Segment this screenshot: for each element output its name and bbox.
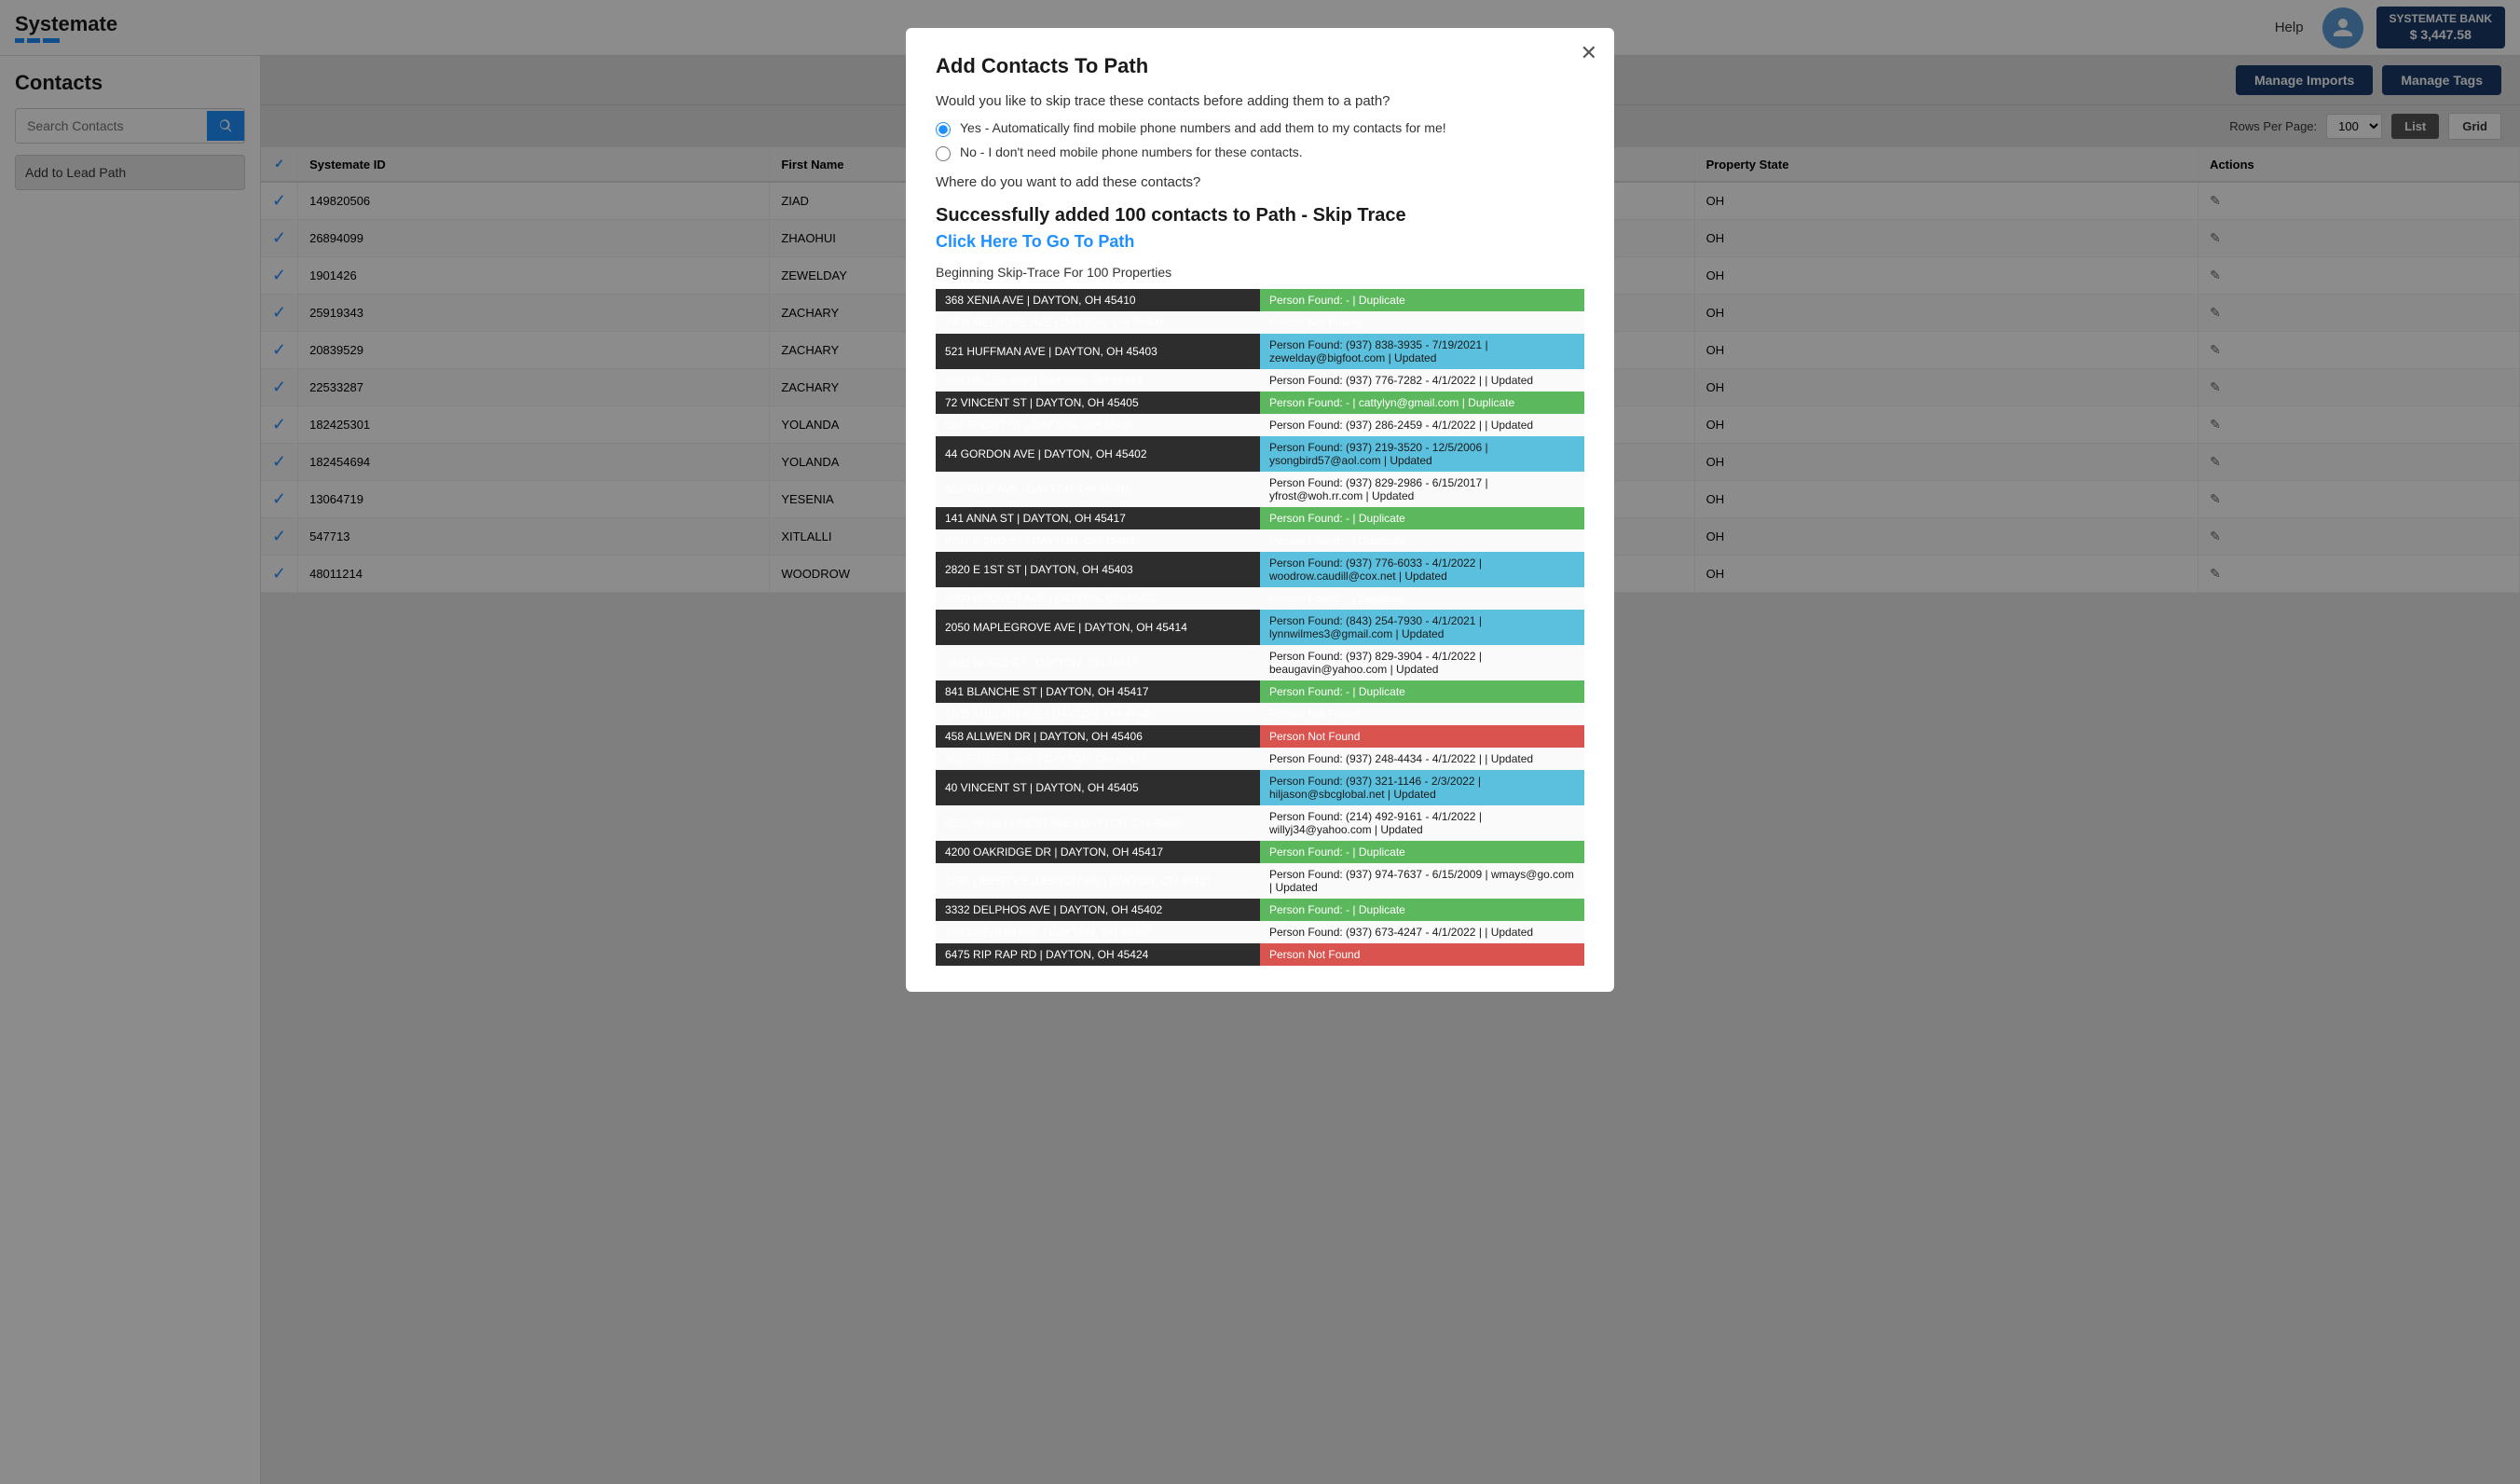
skip-trace-result: Person Found: - | Duplicate	[1260, 680, 1584, 703]
skip-trace-result: Person Found: (937) 776-7282 - 4/1/2022 …	[1260, 369, 1584, 392]
skip-trace-row: 72 VINCENT ST | DAYTON, OH 45405 Person …	[936, 392, 1584, 414]
skip-trace-result: Person Found: (937) 776-6033 - 4/1/2022 …	[1260, 552, 1584, 587]
skip-trace-row: 4000 HOOVER AVE | DAYTON, OH 45402 Perso…	[936, 587, 1584, 610]
skip-trace-address: 2820 E 1ST ST | DAYTON, OH 45403	[936, 552, 1260, 587]
skip-trace-row: 141 ANNA ST | DAYTON, OH 45417 Person Fo…	[936, 507, 1584, 529]
radio-no-item: No - I don't need mobile phone numbers f…	[936, 144, 1584, 161]
skip-trace-row: 1720 LIBERTY ELLERTON RD | DAYTON, OH 45…	[936, 863, 1584, 899]
skip-trace-row: 108 MILLER AVE | DAYTON, OH 45417 Person…	[936, 369, 1584, 392]
skip-trace-row: 2820 E 1ST ST | DAYTON, OH 45403 Person …	[936, 552, 1584, 587]
skip-trace-row: 3822 W 3RD ST | DAYTON, OH 45417 Person …	[936, 645, 1584, 680]
skip-trace-row: 40 VINCENT ST | DAYTON, OH 45405 Person …	[936, 770, 1584, 805]
skip-trace-row: 4200 OAKRIDGE DR | DAYTON, OH 45417 Pers…	[936, 841, 1584, 863]
skip-trace-address: 298 OBERLIN AVE | DAYTON, OH 45417	[936, 921, 1260, 943]
skip-trace-result: Person Not Found	[1260, 703, 1584, 725]
skip-trace-row: 521 HUFFMAN AVE | DAYTON, OH 45403 Perso…	[936, 334, 1584, 369]
goto-path-link[interactable]: Click Here To Go To Path	[936, 232, 1584, 252]
skip-trace-address: 6475 RIP RAP RD | DAYTON, OH 45424	[936, 943, 1260, 966]
skip-trace-result: Person Found: (937) 829-3904 - 4/1/2022 …	[1260, 645, 1584, 680]
success-message: Successfully added 100 contacts to Path …	[936, 205, 1584, 227]
skip-trace-address: 108 MILLER AVE | DAYTON, OH 45417	[936, 369, 1260, 392]
skip-trace-address: 901 FRIZELL AVE | DAYTON, OH 45417	[936, 748, 1260, 770]
skip-trace-address: 521 HUFFMAN AVE | DAYTON, OH 45403	[936, 334, 1260, 369]
skip-trace-result: Person Found: - | Duplicate	[1260, 841, 1584, 863]
skip-trace-row: 652 YALE AVE | DAYTON, OH 45402 Person F…	[936, 472, 1584, 507]
skip-trace-row: 3332 DELPHOS AVE | DAYTON, OH 45402 Pers…	[936, 899, 1584, 921]
skip-trace-address: 1905 AUBURN AVE | DAYTON, OH 45406	[936, 703, 1260, 725]
skip-trace-label: Beginning Skip-Trace For 100 Properties	[936, 265, 1584, 280]
skip-trace-row: 4531 W HILLCREST AVE | DAYTON, OH 45406 …	[936, 805, 1584, 841]
skip-trace-result: Person Found: (937) 321-1146 - 2/3/2022 …	[1260, 770, 1584, 805]
skip-trace-address: 4000 HOOVER AVE | DAYTON, OH 45402	[936, 587, 1260, 610]
modal-overlay[interactable]: ✕ Add Contacts To Path Would you like to…	[0, 0, 2520, 1484]
skip-trace-result: Person Found: (937) 974-7637 - 6/15/2009…	[1260, 863, 1584, 899]
modal-question: Would you like to skip trace these conta…	[936, 93, 1584, 109]
skip-trace-address: 141 ANNA ST | DAYTON, OH 45417	[936, 507, 1260, 529]
skip-trace-address: 368 XENIA AVE | DAYTON, OH 45410	[936, 289, 1260, 311]
modal-title: Add Contacts To Path	[936, 54, 1584, 78]
skip-trace-address: 2727 E 2ND ST | DAYTON, OH 45403	[936, 529, 1260, 552]
skip-trace-address: 3332 DELPHOS AVE | DAYTON, OH 45402	[936, 899, 1260, 921]
skip-trace-row: 841 BLANCHE ST | DAYTON, OH 45417 Person…	[936, 680, 1584, 703]
skip-trace-result: Person Found: - | Duplicate	[1260, 289, 1584, 311]
skip-trace-result: Person Found: (937) 248-4434 - 4/1/2022 …	[1260, 748, 1584, 770]
skip-trace-row: 2050 MAPLEGROVE AVE | DAYTON, OH 45414 P…	[936, 610, 1584, 645]
skip-trace-result: Person Found: (843) 254-7930 - 4/1/2021 …	[1260, 610, 1584, 645]
skip-trace-result: Person Found: (937) 829-2986 - 6/15/2017…	[1260, 472, 1584, 507]
skip-trace-row: 2727 E 2ND ST | DAYTON, OH 45403 Person …	[936, 529, 1584, 552]
skip-trace-result: Person Found: - | Duplicate	[1260, 507, 1584, 529]
radio-yes-item: Yes - Automatically find mobile phone nu…	[936, 120, 1584, 137]
skip-trace-row: 368 XENIA AVE | DAYTON, OH 45410 Person …	[936, 289, 1584, 311]
skip-trace-row: 527 SHORT ST | DAYTON, OH 45449 Person F…	[936, 414, 1584, 436]
skip-trace-result: Person Found: (937) 838-3935 - 7/19/2021…	[1260, 334, 1584, 369]
skip-trace-address: 2050 MAPLEGROVE AVE | DAYTON, OH 45414	[936, 610, 1260, 645]
skip-trace-result: Person Not Found	[1260, 943, 1584, 966]
skip-trace-row: 1905 AUBURN AVE | DAYTON, OH 45406 Perso…	[936, 703, 1584, 725]
skip-trace-result: Person Found: - | cattylyn@gmail.com | D…	[1260, 392, 1584, 414]
radio-no-label: No - I don't need mobile phone numbers f…	[960, 144, 1303, 159]
skip-trace-address: 4531 W HILLCREST AVE | DAYTON, OH 45406	[936, 805, 1260, 841]
skip-trace-row: 901 FRIZELL AVE | DAYTON, OH 45417 Perso…	[936, 748, 1584, 770]
modal-where-question: Where do you want to add these contacts?	[936, 174, 1584, 190]
skip-trace-result: Person Found: (937) 219-3520 - 12/5/2006…	[1260, 436, 1584, 472]
skip-trace-row: 298 OBERLIN AVE | DAYTON, OH 45417 Perso…	[936, 921, 1584, 943]
skip-trace-row: 6475 RIP RAP RD | DAYTON, OH 45424 Perso…	[936, 943, 1584, 966]
modal-close-button[interactable]: ✕	[1581, 41, 1597, 65]
radio-yes-label: Yes - Automatically find mobile phone nu…	[960, 120, 1446, 135]
skip-trace-result: Person Found: - | Duplicate	[1260, 899, 1584, 921]
skip-trace-result: Person Not Found	[1260, 725, 1584, 748]
skip-trace-result: Person Found: (937) 673-4247 - 4/1/2022 …	[1260, 921, 1584, 943]
skip-trace-address: 40 VINCENT ST | DAYTON, OH 45405	[936, 770, 1260, 805]
skip-trace-address: 3822 W 3RD ST | DAYTON, OH 45417	[936, 645, 1260, 680]
skip-trace-address: 527 SHORT ST | DAYTON, OH 45449	[936, 414, 1260, 436]
skip-trace-table: 368 XENIA AVE | DAYTON, OH 45410 Person …	[936, 289, 1584, 966]
radio-yes-input[interactable]	[936, 122, 951, 137]
skip-trace-address: 72 VINCENT ST | DAYTON, OH 45405	[936, 392, 1260, 414]
skip-trace-result: Person Found: - | Duplicate	[1260, 587, 1584, 610]
skip-trace-row: 458 ALLWEN DR | DAYTON, OH 45406 Person …	[936, 725, 1584, 748]
radio-group: Yes - Automatically find mobile phone nu…	[936, 120, 1584, 161]
skip-trace-result: Person Found: (214) 492-9161 - 4/1/2022 …	[1260, 805, 1584, 841]
skip-trace-address: 44 GORDON AVE | DAYTON, OH 45402	[936, 436, 1260, 472]
skip-trace-address: 841 BLANCHE ST | DAYTON, OH 45417	[936, 680, 1260, 703]
modal: ✕ Add Contacts To Path Would you like to…	[906, 28, 1614, 992]
skip-trace-address: 4200 OAKRIDGE DR | DAYTON, OH 45417	[936, 841, 1260, 863]
skip-trace-result: Person Found: (937) 286-2459 - 4/1/2022 …	[1260, 414, 1584, 436]
skip-trace-address: 652 YALE AVE | DAYTON, OH 45402	[936, 472, 1260, 507]
skip-trace-row: 44 GORDON AVE | DAYTON, OH 45402 Person …	[936, 436, 1584, 472]
skip-trace-address: 1409 MELROSE AVE | DAYTON, OH 45409	[936, 311, 1260, 334]
skip-trace-result: Person Found: - | Duplicate	[1260, 529, 1584, 552]
skip-trace-address: 458 ALLWEN DR | DAYTON, OH 45406	[936, 725, 1260, 748]
skip-trace-row: 1409 MELROSE AVE | DAYTON, OH 45409 Pers…	[936, 311, 1584, 334]
skip-trace-result: Person Not Found	[1260, 311, 1584, 334]
radio-no-input[interactable]	[936, 146, 951, 161]
skip-trace-address: 1720 LIBERTY ELLERTON RD | DAYTON, OH 45…	[936, 863, 1260, 899]
